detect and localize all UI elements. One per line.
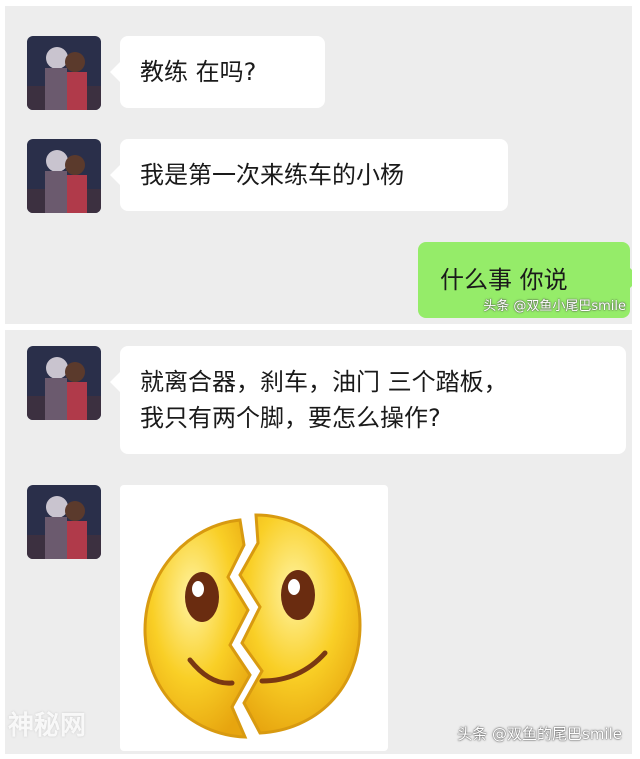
- contact-avatar[interactable]: [27, 139, 101, 213]
- broken-smiley-sticker-icon: [143, 513, 362, 739]
- message-text-line: 我只有两个脚，要怎么操作?: [140, 404, 441, 432]
- message-bubble-question[interactable]: 就离合器，刹车，油门 三个踏板， 我只有两个脚，要怎么操作?: [110, 346, 626, 454]
- site-watermark: 神秘网: [8, 711, 87, 741]
- chat-panel-bottom: 就离合器，刹车，油门 三个踏板， 我只有两个脚，要怎么操作? 头条 @双鱼的尾巴…: [5, 330, 632, 754]
- contact-avatar[interactable]: [27, 36, 101, 110]
- sticker-message[interactable]: [120, 485, 388, 751]
- contact-avatar[interactable]: [27, 485, 101, 559]
- message-text: 教练 在吗?: [140, 58, 257, 86]
- watermark-text: 头条 @双鱼的尾巴smile: [457, 725, 622, 743]
- chat-panel-top: 教练 在吗? 我是第一次来练车的小杨 什么事 你说 头条 @双鱼小尾巴smile: [5, 6, 632, 324]
- message-text-line: 就离合器，刹车，油门 三个踏板，: [140, 368, 508, 396]
- message-text: 我是第一次来练车的小杨: [140, 161, 404, 189]
- watermark-text: 头条 @双鱼小尾巴smile: [483, 299, 626, 314]
- contact-avatar[interactable]: [27, 346, 101, 420]
- message-bubble-intro[interactable]: 我是第一次来练车的小杨: [110, 139, 508, 211]
- message-bubble-greeting[interactable]: 教练 在吗?: [110, 36, 325, 108]
- message-text: 什么事 你说: [440, 266, 568, 294]
